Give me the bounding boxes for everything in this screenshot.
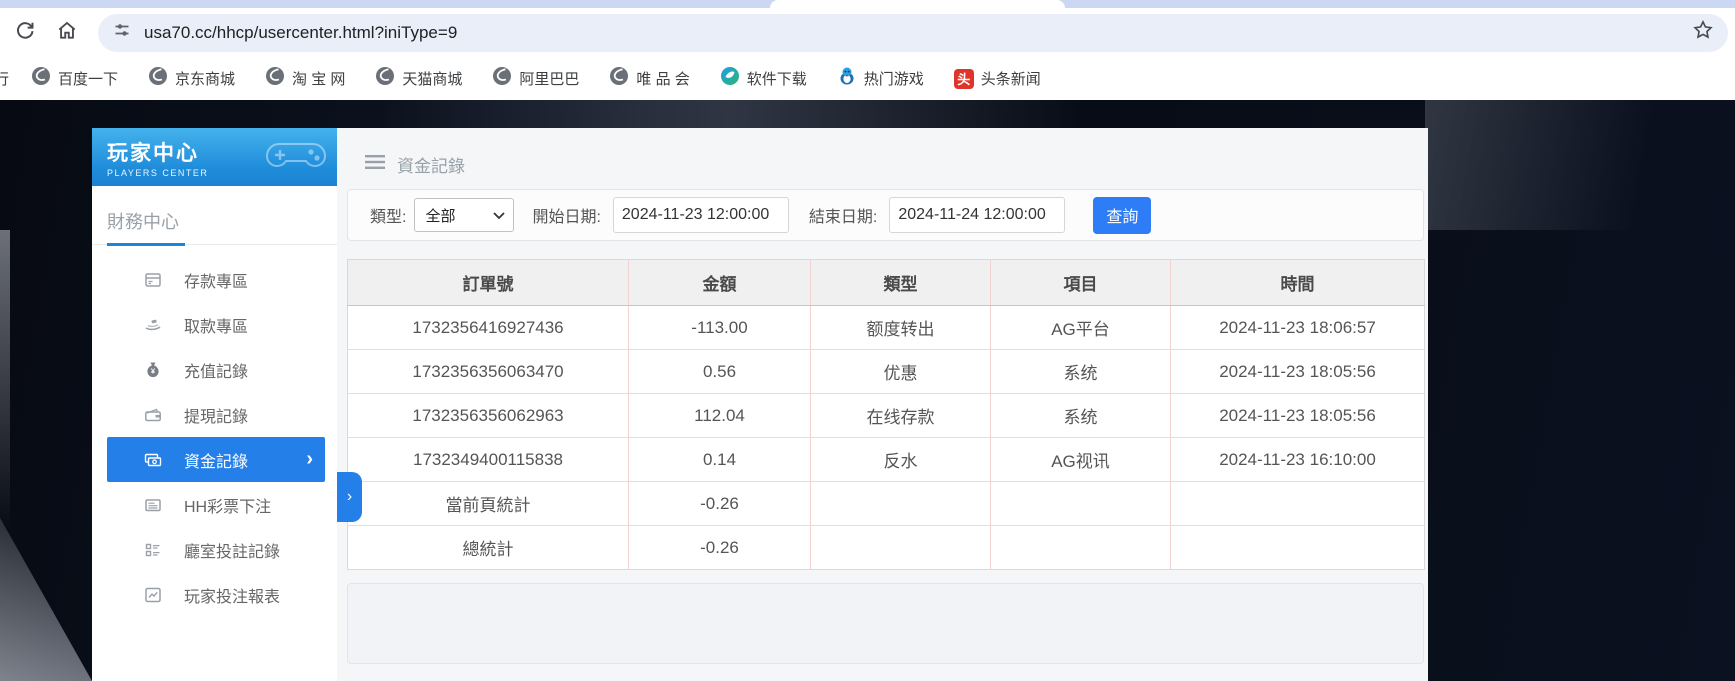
summary-row-page: 當前頁統計 -0.26 [348, 482, 1425, 526]
hall-list-icon [142, 540, 164, 560]
browser-tab[interactable] [770, 0, 1065, 8]
sidebar-item-withdraw[interactable]: 取款專區 [92, 302, 337, 347]
sidebar-item-hh-lottery-bets[interactable]: HH彩票下注 [92, 482, 337, 527]
sidebar-item-player-bet-report[interactable]: 玩家投注報表 [92, 572, 337, 617]
browser-tab-strip [0, 0, 1735, 8]
page-background: 玩家中心 PLAYERS CENTER 財務中心 存款專區 取款專區 ¥ 充值記… [0, 100, 1735, 681]
url-text[interactable]: usa70.cc/hhcp/usercenter.html?iniType=9 [144, 23, 1692, 43]
report-chart-icon [142, 585, 164, 605]
sidebar-item-hall-bet-records[interactable]: 廳室投註記錄 [92, 527, 337, 572]
globe-icon [492, 66, 512, 91]
table-row: 1732356356063470 0.56 优惠 系统 2024-11-23 1… [348, 350, 1425, 394]
breadcrumb: 資金記錄 [337, 128, 1428, 177]
table-row: 1732356356062963 112.04 在线存款 系统 2024-11-… [348, 394, 1425, 438]
browser-toolbar: usa70.cc/hhcp/usercenter.html?iniType=9 [0, 8, 1735, 57]
page-title: 資金記錄 [397, 152, 465, 177]
col-type: 類型 [811, 260, 991, 306]
wallet-icon [142, 405, 164, 425]
bookmark-tmall[interactable]: 天猫商城 [375, 66, 462, 91]
col-amount: 金額 [629, 260, 811, 306]
chevron-down-icon [493, 207, 505, 224]
gamepad-icon [261, 134, 331, 180]
background-streak [0, 430, 92, 681]
section-divider [92, 244, 337, 245]
url-bar[interactable]: usa70.cc/hhcp/usercenter.html?iniType=9 [98, 14, 1728, 52]
game-penguin-icon [837, 66, 857, 91]
sidebar-collapse-toggle[interactable]: › [337, 472, 362, 522]
sidebar-item-recharge-records[interactable]: ¥ 充值記錄 [92, 347, 337, 392]
table-header-row: 訂單號 金額 類型 項目 時間 [348, 260, 1425, 306]
type-label: 類型: [370, 203, 406, 227]
summary-row-total: 總統計 -0.26 [348, 526, 1425, 570]
end-date-input[interactable] [889, 197, 1065, 233]
end-date-label: 結束日期: [809, 203, 877, 227]
menu-icon[interactable] [365, 154, 385, 175]
sidebar: 玩家中心 PLAYERS CENTER 財務中心 存款專區 取款專區 ¥ 充值記… [92, 128, 337, 681]
background-streak [1425, 100, 1735, 230]
bookmark-software-download[interactable]: 软件下载 [720, 66, 807, 91]
ticket-list-icon [142, 495, 164, 515]
funds-table: 訂單號 金額 類型 項目 時間 1732356416927436 -113.00… [347, 259, 1425, 570]
type-select[interactable]: 全部 [414, 198, 514, 232]
bookmark-baidu[interactable]: 百度一下 [31, 66, 118, 91]
home-icon [56, 19, 78, 46]
globe-icon [609, 66, 629, 91]
sidebar-section-title: 財務中心 [92, 186, 337, 234]
main-content: 資金記錄 類型: 全部 開始日期: 結束日期: 查詢 訂單號 金額 類型 項目 … [337, 128, 1428, 681]
table-row: 1732356416927436 -113.00 额度转出 AG平台 2024-… [348, 306, 1425, 350]
bookmark-star-icon[interactable] [1692, 19, 1714, 46]
start-date-input[interactable] [613, 197, 789, 233]
pagination-bar [347, 583, 1424, 664]
bookmark-taobao[interactable]: 淘 宝 网 [265, 66, 345, 91]
bookmark-toutiao-news[interactable]: 头 头条新闻 [954, 68, 1041, 89]
globe-icon [265, 66, 285, 91]
sidebar-header: 玩家中心 PLAYERS CENTER [92, 128, 337, 186]
bookmarks-bar: 行 百度一下 京东商城 淘 宝 网 天猫商城 阿里巴巴 唯 品 会 软件下载 热… [0, 57, 1735, 100]
bookmark-alibaba[interactable]: 阿里巴巴 [492, 66, 579, 91]
bookmark-hot-games[interactable]: 热门游戏 [837, 66, 924, 91]
sidebar-item-funds-records[interactable]: 資金記錄 › [107, 437, 325, 482]
col-project: 項目 [991, 260, 1171, 306]
sidebar-menu: 存款專區 取款專區 ¥ 充值記錄 提現記錄 資金記錄 › HH彩票下注 [92, 257, 337, 617]
globe-icon [148, 66, 168, 91]
bookmark-jd[interactable]: 京东商城 [148, 66, 235, 91]
globe-icon [31, 66, 51, 91]
filter-bar: 類型: 全部 開始日期: 結束日期: 查詢 [347, 189, 1424, 241]
bookmark-vip[interactable]: 唯 品 会 [609, 66, 689, 91]
toutiao-news-icon: 头 [954, 69, 974, 89]
search-button[interactable]: 查詢 [1093, 197, 1151, 234]
site-info-icon[interactable] [112, 20, 132, 45]
reload-button[interactable] [8, 16, 42, 50]
background-streak [380, 100, 1080, 128]
chevron-right-icon: › [306, 448, 313, 471]
col-time: 時間 [1171, 260, 1425, 306]
bookmark-partial[interactable]: 行 [0, 68, 9, 89]
globe-icon [375, 66, 395, 91]
moneybag-icon: ¥ [142, 360, 164, 380]
background-streak [0, 230, 10, 530]
table-row: 1732349400115838 0.14 反水 AG视讯 2024-11-23… [348, 438, 1425, 482]
sidebar-item-cashout-records[interactable]: 提現記錄 [92, 392, 337, 437]
withdraw-hand-icon [142, 315, 164, 335]
chevron-right-icon: › [347, 488, 352, 506]
software-download-icon [720, 66, 740, 91]
sidebar-item-deposit[interactable]: 存款專區 [92, 257, 337, 302]
deposit-card-icon [142, 270, 164, 290]
home-button[interactable] [50, 16, 84, 50]
reload-icon [14, 19, 36, 46]
col-order: 訂單號 [348, 260, 629, 306]
start-date-label: 開始日期: [532, 203, 600, 227]
banknotes-icon [142, 450, 164, 470]
